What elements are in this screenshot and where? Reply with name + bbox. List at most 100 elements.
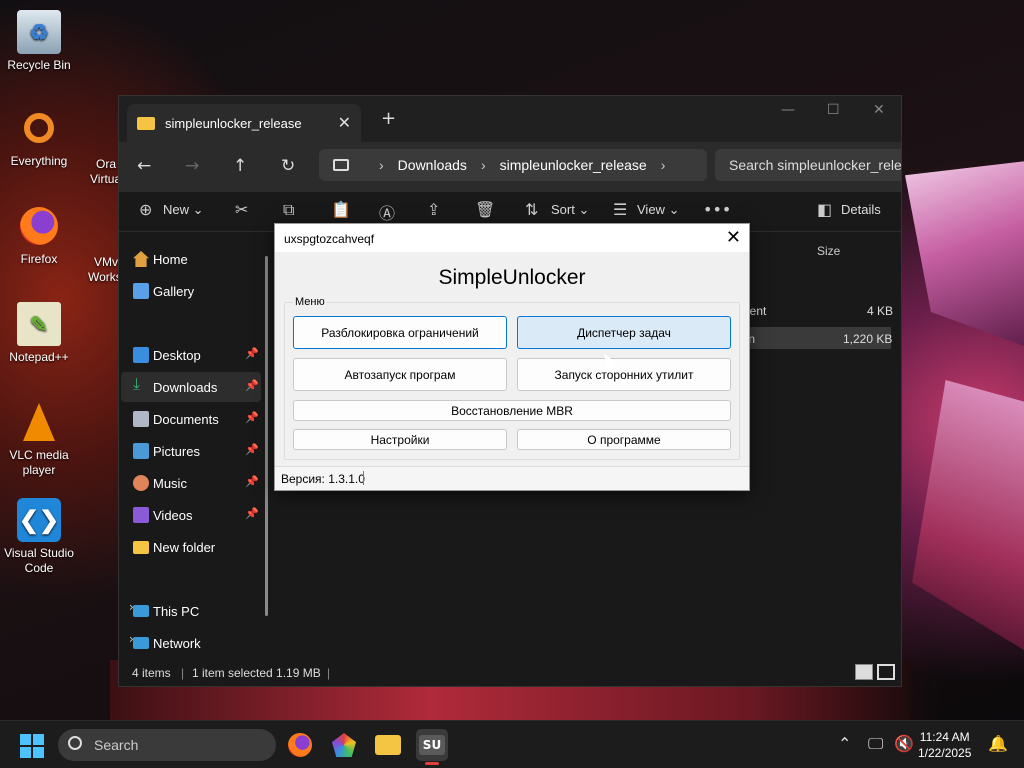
up-icon[interactable]: ↑ <box>233 156 247 176</box>
restore-mbr-button[interactable]: Восстановление MBR <box>293 400 731 421</box>
copy-icon[interactable]: ⧉ <box>283 200 294 220</box>
version-label: Версия: 1.3.1.0 <box>281 472 365 486</box>
taskbar: Search SU ⌃ 🖵 🔇 11:24 AM 1/22/2025 🔔 <box>0 720 1024 768</box>
desktop-icon-label: Firefox <box>20 252 58 266</box>
refresh-icon[interactable]: ↻ <box>281 156 295 176</box>
details-view-icon[interactable] <box>855 664 873 680</box>
sidebar-item-label: Network <box>153 635 201 651</box>
paste-icon[interactable]: 📋 <box>331 200 351 219</box>
tiles-view-icon[interactable] <box>877 664 895 680</box>
breadcrumb-item[interactable]: Downloads <box>398 157 467 173</box>
taskbar-search-box[interactable]: Search <box>58 729 276 761</box>
chevron-up-icon[interactable]: ⌃ <box>838 734 851 753</box>
sidebar-item-label: New folder <box>153 539 216 555</box>
close-window-icon[interactable]: ✕ <box>873 102 885 118</box>
new-plus-icon[interactable]: ⊕ <box>139 200 152 219</box>
taskbar-firefox[interactable] <box>284 729 316 761</box>
autorun-button[interactable]: Автозапуск програм <box>293 358 507 391</box>
search-input[interactable]: Search simpleunlocker_relea <box>715 149 901 181</box>
sidebar-item-documents[interactable]: Documents 📌 <box>121 404 261 434</box>
chevron-right-icon[interactable]: › <box>661 157 666 173</box>
chevron-right-icon[interactable]: › <box>481 157 486 173</box>
column-header-size[interactable]: Size <box>817 244 840 258</box>
folder-icon <box>375 735 401 755</box>
vscode-icon: ❮❯ <box>17 498 61 542</box>
maximize-icon[interactable]: ☐ <box>827 102 840 118</box>
breadcrumb[interactable]: › Downloads › simpleunlocker_release › <box>319 149 707 181</box>
desktop-icon-vscode[interactable]: ❮❯ Visual Studio Code <box>0 498 78 576</box>
pin-icon[interactable]: 📌 <box>245 379 259 392</box>
sidebar-item-label: Music <box>153 475 187 491</box>
pin-icon[interactable]: 📌 <box>245 507 259 520</box>
chevron-right-icon[interactable]: › <box>379 157 384 173</box>
desktop-icon-vlc[interactable]: VLC media player <box>0 400 78 478</box>
taskbar-file-explorer[interactable] <box>372 729 404 761</box>
sidebar-item-label: Gallery <box>153 283 195 299</box>
desktop-icon-everything[interactable]: Everything <box>0 106 78 169</box>
sidebar-item-music[interactable]: Music 📌 <box>121 468 261 498</box>
delete-icon[interactable]: 🗑 <box>475 200 495 219</box>
recycle-bin-icon: ♻ <box>17 10 61 54</box>
third-party-utilities-button[interactable]: Запуск сторонних утилит <box>517 358 731 391</box>
sidebar-item-this-pc[interactable]: This PC <box>121 596 261 626</box>
desktop-icon-firefox[interactable]: Firefox <box>0 204 78 267</box>
network-status-icon[interactable]: 🖵 <box>868 734 883 754</box>
volume-muted-icon[interactable]: 🔇 <box>894 734 914 753</box>
close-tab-icon[interactable]: ✕ <box>338 113 351 132</box>
pentagon-app-icon <box>332 733 356 757</box>
sidebar-item-label: Home <box>153 251 188 267</box>
share-icon[interactable]: ⇪ <box>427 200 440 219</box>
desktop-icon-notepad-plus-plus[interactable]: ✎ Notepad++ <box>0 302 78 365</box>
sidebar-item-downloads[interactable]: ⤓ Downloads 📌 <box>121 372 261 402</box>
desktop-icon-recycle-bin[interactable]: ♻ Recycle Bin <box>0 10 78 73</box>
sidebar-item-network[interactable]: Network <box>121 628 261 658</box>
minimize-icon[interactable]: — <box>781 102 795 118</box>
back-icon[interactable]: ← <box>137 156 151 176</box>
about-button[interactable]: О программе <box>517 429 731 450</box>
menu-group-label: Меню <box>293 296 327 308</box>
simpleunlocker-window: uxspgtozcahveqf ✕ SimpleUnlocker Меню Ра… <box>274 223 750 491</box>
pin-icon[interactable]: 📌 <box>245 411 259 424</box>
taskbar-app[interactable] <box>328 729 360 761</box>
status-separator <box>363 471 364 485</box>
sidebar-item-new-folder[interactable]: New folder <box>121 532 261 562</box>
details-button[interactable]: Details <box>841 202 881 217</box>
everything-search-icon <box>17 106 61 150</box>
explorer-tab[interactable]: simpleunlocker_release ✕ <box>127 104 361 142</box>
rename-icon[interactable]: Ⓐ <box>379 200 395 224</box>
close-icon[interactable]: ✕ <box>726 227 741 248</box>
forward-icon[interactable]: → <box>185 156 199 176</box>
sidebar-item-desktop[interactable]: Desktop 📌 <box>121 340 261 370</box>
sort-icon[interactable]: ⇅ <box>525 200 538 219</box>
taskbar-simpleunlocker[interactable]: SU <box>416 729 448 765</box>
navigation-pane: Home Gallery Desktop 📌 ⤓ Downloads 📌 Docume… <box>119 234 277 660</box>
folder-icon <box>133 541 149 554</box>
notification-bell-icon[interactable]: 🔔 <box>988 734 1008 753</box>
sidebar-item-home[interactable]: Home <box>121 244 261 274</box>
sidebar-item-label: Documents <box>153 411 219 427</box>
sidebar-item-videos[interactable]: Videos 📌 <box>121 500 261 530</box>
pin-icon[interactable]: 📌 <box>245 347 259 360</box>
settings-button[interactable]: Настройки <box>293 429 507 450</box>
system-clock[interactable]: 11:24 AM 1/22/2025 <box>918 729 971 761</box>
view-button[interactable]: View ⌄ <box>637 202 679 218</box>
breadcrumb-item[interactable]: simpleunlocker_release <box>500 157 647 173</box>
details-pane-icon[interactable]: ◧ <box>817 200 832 219</box>
sidebar-scrollbar[interactable] <box>265 256 268 616</box>
sidebar-item-label: Videos <box>153 507 193 523</box>
view-icon[interactable]: ☰ <box>613 200 627 219</box>
pin-icon[interactable]: 📌 <box>245 475 259 488</box>
new-button[interactable]: New ⌄ <box>163 202 204 218</box>
new-tab-icon[interactable]: + <box>381 108 396 129</box>
task-manager-button[interactable]: Диспетчер задач <box>517 316 731 349</box>
pin-icon[interactable]: 📌 <box>245 443 259 456</box>
sidebar-item-pictures[interactable]: Pictures 📌 <box>121 436 261 466</box>
sort-button[interactable]: Sort ⌄ <box>551 202 589 218</box>
cut-icon[interactable]: ✂ <box>235 200 248 219</box>
more-options-icon[interactable]: ••• <box>703 200 731 219</box>
sidebar-item-gallery[interactable]: Gallery <box>121 276 261 306</box>
address-bar-row: ← → ↑ ↻ › Downloads › simpleunlocker_rel… <box>119 142 901 192</box>
unlock-restrictions-button[interactable]: Разблокировка ограничений <box>293 316 507 349</box>
windows-start-icon[interactable] <box>20 734 44 758</box>
su-app-icon: SU <box>418 735 446 755</box>
